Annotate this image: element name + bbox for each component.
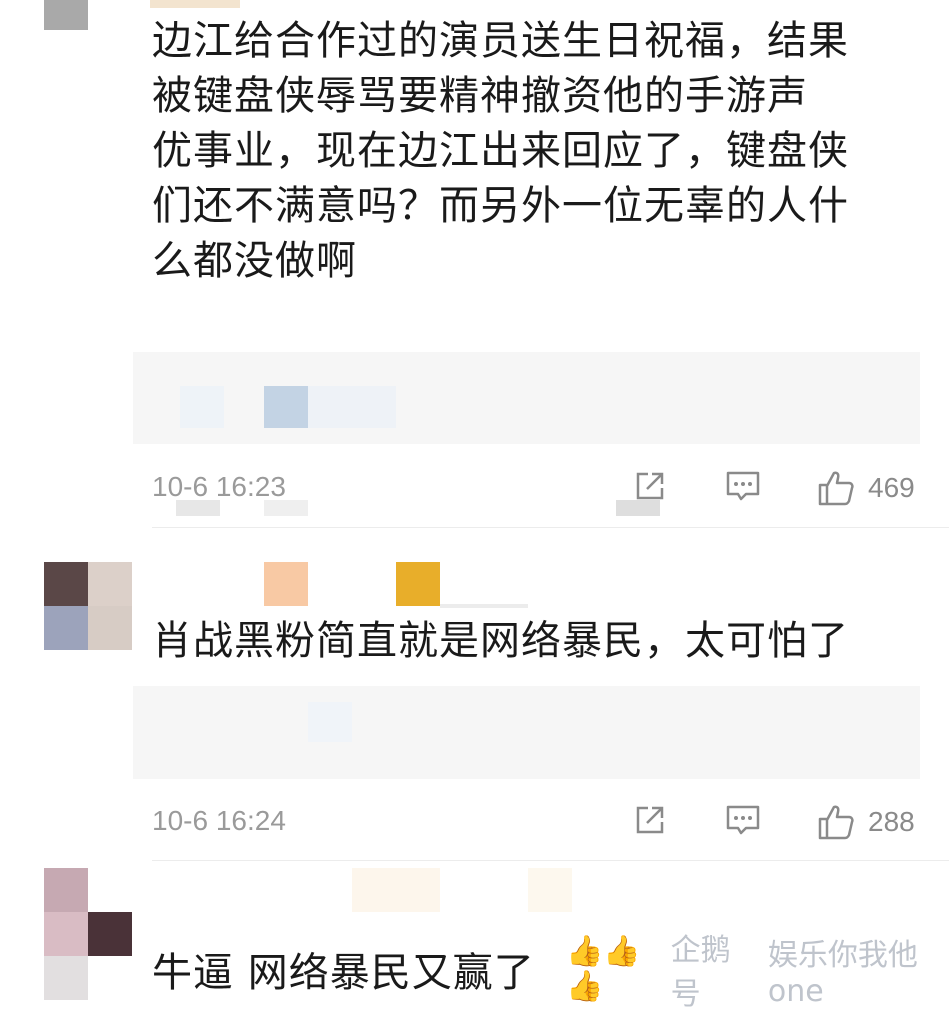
watermark: 👍👍👍 企鹅号 娱乐你我他one <box>566 933 949 1012</box>
share-button[interactable] <box>632 468 668 504</box>
like-button[interactable]: 288 <box>816 802 915 842</box>
watermark-account: 娱乐你我他one <box>767 937 918 1009</box>
comment-icon <box>726 805 760 835</box>
like-count: 288 <box>868 806 915 837</box>
like-count: 469 <box>868 472 915 503</box>
username-blur <box>352 868 440 912</box>
username-blur <box>440 604 528 608</box>
reply-blur-cell <box>308 702 352 742</box>
comment-timestamp: 10-6 16:24 <box>152 805 286 836</box>
share-button[interactable] <box>632 802 668 838</box>
blur-cell <box>264 500 308 516</box>
reply-preview[interactable] <box>133 352 920 444</box>
reply-blur-cell <box>308 386 396 428</box>
reply-blur-cell <box>180 386 224 428</box>
avatar[interactable] <box>44 0 88 30</box>
blur-cell <box>176 500 220 516</box>
reply-button[interactable] <box>724 468 762 504</box>
comment-text: 肖战黑粉简直就是网络暴民，太可怕了 <box>152 618 849 664</box>
thumbs-up-icon <box>818 805 854 840</box>
divider <box>152 860 949 861</box>
reply-preview[interactable] <box>133 686 920 779</box>
thumbs-up-icon <box>818 471 854 506</box>
avatar[interactable] <box>44 868 132 1000</box>
username-blur <box>264 562 308 606</box>
thumbs-up-emoji: 👍👍👍 <box>566 934 641 1004</box>
share-icon <box>636 472 664 500</box>
username-blur <box>396 562 440 606</box>
username-blur <box>528 868 572 912</box>
share-icon <box>636 806 664 834</box>
comment-timestamp: 10-6 16:23 <box>152 471 286 502</box>
reply-blur-cell <box>264 386 308 428</box>
like-button[interactable]: 469 <box>816 468 915 508</box>
comment-icon <box>726 471 760 501</box>
reply-button[interactable] <box>724 802 762 838</box>
avatar[interactable] <box>44 562 132 650</box>
divider <box>152 527 949 528</box>
comment-text: 边江给合作过的演员送生日祝福，结果 被键盘侠辱骂要精神撤资他的手游声 优事业，现… <box>152 18 849 284</box>
username-blur <box>150 0 240 8</box>
